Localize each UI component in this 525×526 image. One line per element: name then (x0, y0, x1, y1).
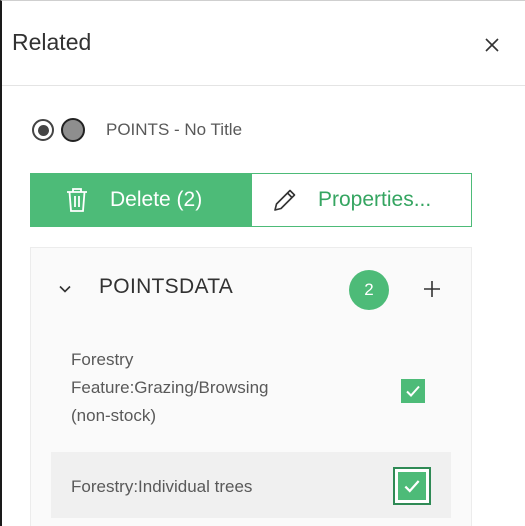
action-bar: Delete (2) Properties... (30, 173, 472, 227)
list-item-label: Forestry:Individual trees (71, 477, 253, 496)
checkmark-icon (404, 480, 420, 493)
properties-button-label: Properties... (318, 188, 432, 211)
close-button[interactable] (480, 33, 504, 57)
layer-row: POINTS - No Title (32, 117, 242, 143)
related-panel: Related POINTS - No Title Delete (2) Pro… (0, 0, 525, 526)
properties-button[interactable]: Properties... (251, 173, 472, 227)
list-item-label: Forestry Feature:Grazing/Browsing (non-s… (71, 350, 269, 425)
group-title: POINTSDATA (99, 275, 234, 298)
expand-toggle[interactable] (55, 279, 75, 299)
chevron-down-icon (59, 285, 71, 293)
add-related-button[interactable] (419, 276, 445, 302)
close-icon (485, 38, 499, 52)
pencil-icon (274, 189, 296, 211)
count-badge: 2 (349, 270, 389, 310)
layer-radio[interactable] (32, 119, 54, 141)
layer-label: POINTS - No Title (106, 120, 243, 139)
group-header: POINTSDATA 2 (31, 248, 471, 330)
delete-button-label: Delete (2) (110, 188, 203, 211)
trash-icon (67, 188, 87, 212)
checkmark-icon (406, 385, 420, 397)
related-group-card: POINTSDATA 2 Forestry Feature:Grazing/Br… (30, 247, 472, 526)
item-checkbox[interactable] (398, 472, 426, 500)
radio-dot (37, 124, 49, 136)
list-item[interactable]: Forestry Feature:Grazing/Browsing (non-s… (51, 346, 451, 436)
layer-symbol-swatch (61, 118, 85, 142)
panel-header: Related (2, 1, 525, 86)
item-checkbox[interactable] (401, 379, 425, 403)
panel-title: Related (12, 29, 92, 55)
list-item[interactable]: Forestry:Individual trees (51, 452, 451, 518)
item-checkbox-focused[interactable] (393, 467, 431, 505)
plus-icon (424, 281, 440, 297)
delete-button[interactable]: Delete (2) (30, 173, 251, 227)
